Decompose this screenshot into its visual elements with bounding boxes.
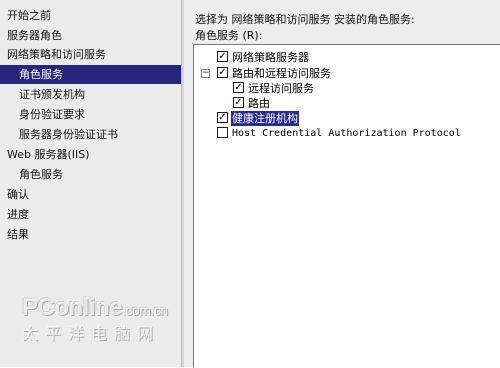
health-registration-authority-checkbox[interactable]: ✓: [217, 112, 228, 123]
watermark-brand-name: PConline: [22, 294, 123, 321]
routing-remote-access-checkbox[interactable]: ✓: [217, 67, 228, 78]
list-item-label: Host Credential Authorization Protocol: [232, 128, 461, 139]
list-item-routing-remote-access[interactable]: − ✓ 路由和远程访问服务: [201, 66, 497, 81]
list-item-host-credential-authorization-protocol[interactable]: Host Credential Authorization Protocol: [217, 126, 497, 141]
list-item-health-registration-authority[interactable]: ✓ 健康注册机构: [217, 111, 497, 126]
list-item-label: 路由和远程访问服务: [232, 67, 331, 80]
collapse-icon[interactable]: −: [201, 69, 210, 78]
nav-item-before-you-begin[interactable]: 开始之前: [7, 6, 51, 25]
list-item-label: 远程访问服务: [248, 82, 314, 95]
nav-item-confirmation[interactable]: 确认: [7, 185, 29, 204]
watermark-domain: .com.cn: [122, 302, 168, 318]
nav-item-server-roles[interactable]: 服务器角色: [7, 26, 62, 45]
list-item-remote-access-service[interactable]: ✓ 远程访问服务: [233, 81, 493, 96]
watermark-brand: PConline.com.cn: [22, 294, 168, 322]
nav-item-iis-role-services[interactable]: 角色服务: [19, 165, 63, 184]
nav-item-results[interactable]: 结果: [7, 225, 29, 244]
nav-item-web-server-iis[interactable]: Web 服务器(IIS): [7, 145, 90, 164]
nav-item-server-authentication-certificate[interactable]: 服务器身份验证证书: [19, 125, 118, 144]
remote-access-service-checkbox[interactable]: ✓: [233, 82, 244, 93]
list-item-network-policy-server[interactable]: ✓ 网络策略服务器: [217, 50, 497, 65]
nav-item-role-services-selected[interactable]: 角色服务: [0, 65, 181, 84]
role-services-label: 角色服务 (R):: [195, 29, 263, 42]
nav-item-progress[interactable]: 进度: [7, 205, 29, 224]
routing-checkbox[interactable]: ✓: [233, 97, 244, 108]
hcap-checkbox[interactable]: [217, 127, 228, 138]
role-services-list[interactable]: ✓ 网络策略服务器 − ✓ 路由和远程访问服务 ✓ 远程访问服务 ✓ 路由 ✓ …: [193, 44, 500, 368]
list-item-routing[interactable]: ✓ 路由: [233, 96, 493, 111]
nav-item-certification-authority[interactable]: 证书颁发机构: [19, 85, 85, 104]
nav-item-authentication-requirements[interactable]: 身份验证要求: [19, 105, 85, 124]
list-item-label: 网络策略服务器: [232, 51, 309, 64]
list-item-label-highlighted: 健康注册机构: [231, 111, 299, 126]
network-policy-server-checkbox[interactable]: ✓: [217, 51, 228, 62]
nav-item-network-policy-access[interactable]: 网络策略和访问服务: [7, 45, 106, 64]
list-item-label: 路由: [248, 97, 270, 110]
instruction-text: 选择为 网络策略和访问服务 安装的角色服务:: [195, 13, 415, 26]
watermark-tagline: 太平洋电脑网: [22, 326, 161, 343]
